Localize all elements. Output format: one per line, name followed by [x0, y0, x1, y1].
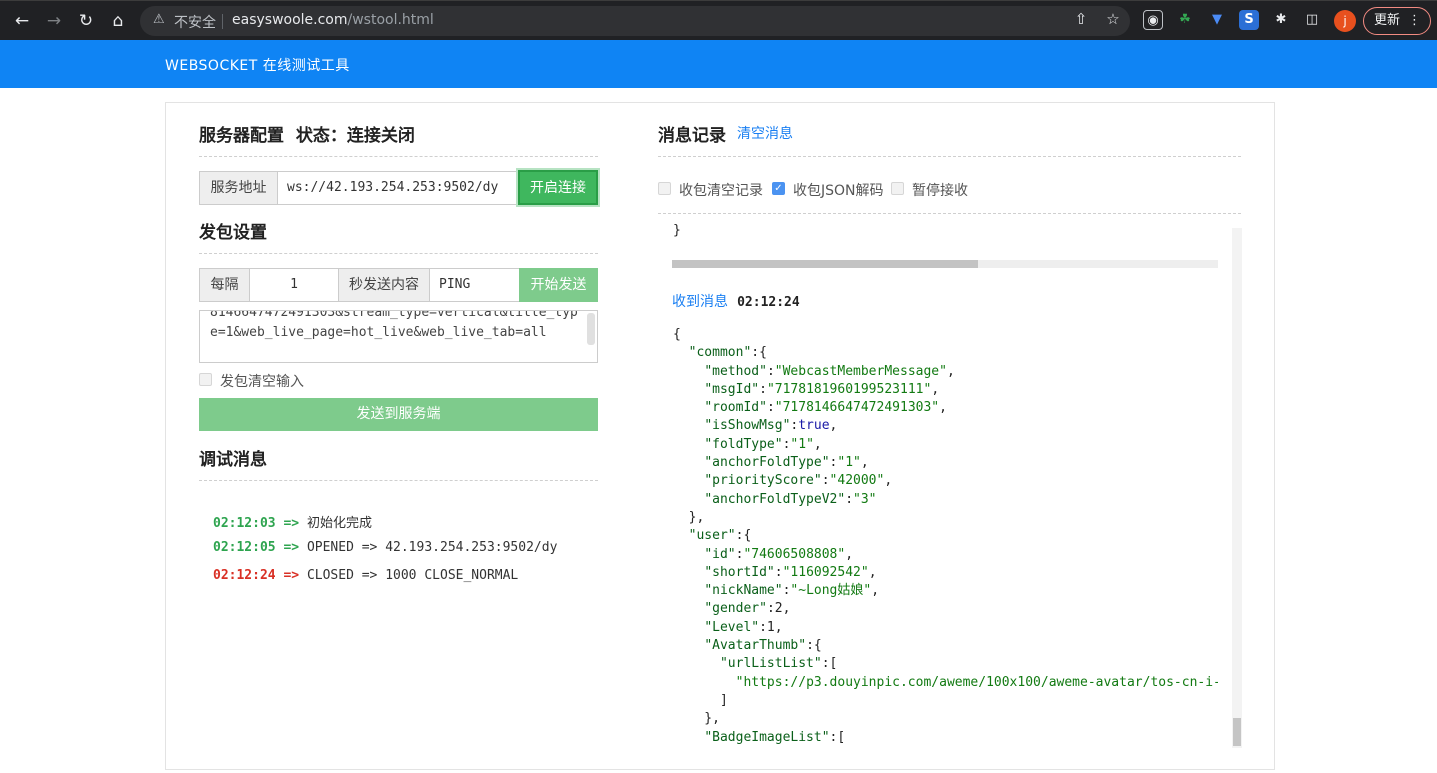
debug-text: OPENED => 42.193.254.253:9502/dy — [306, 540, 558, 555]
url-path: /wstool.html — [347, 12, 434, 28]
debug-time: 02:12:24 — [213, 568, 276, 583]
payload-textarea[interactable]: 8146647472491303&stream_type=vertical&ti… — [199, 310, 598, 363]
textarea-scrollbar[interactable] — [587, 313, 595, 345]
received-label: 收到消息 — [672, 294, 728, 310]
clear-input-label: 发包清空输入 — [220, 374, 304, 390]
share-icon[interactable]: ⇧ — [1070, 10, 1092, 28]
debug-arrow: => — [283, 568, 300, 583]
back-icon[interactable]: ← — [9, 8, 35, 34]
payload-text: 8146647472491303&stream_type=vertical&ti… — [210, 310, 578, 340]
json-content: { "common":{ "method":"WebcastMemberMess… — [673, 327, 1218, 745]
warning-icon: ⚠ — [153, 12, 165, 27]
ping-content-input[interactable]: PING — [430, 269, 519, 301]
interval-group: 每隔 1 秒发送内容 PING — [199, 268, 520, 302]
debug-arrow: => — [283, 540, 300, 555]
debug-arrow: => — [283, 516, 300, 531]
divider — [199, 156, 598, 157]
send-to-server-button[interactable]: 发送到服务端 — [199, 398, 598, 431]
debug-time: 02:12:05 — [213, 540, 276, 555]
received-message-header: 收到消息 02:12:24 — [672, 291, 800, 311]
incognito-extension-icon[interactable]: ◉ — [1143, 10, 1163, 30]
side-panel-icon[interactable]: ◫ — [1302, 10, 1322, 30]
site-header: WEBSOCKET 在线测试工具 — [0, 40, 1437, 88]
horizontal-scrollbar[interactable] — [672, 260, 1218, 268]
insecure-label: 不安全 — [174, 15, 216, 31]
previous-message-tail: } — [673, 223, 681, 238]
divider — [199, 480, 598, 481]
url-text: easyswoole.com/wstool.html — [232, 12, 434, 28]
debug-line: 02:12:03 => 初始化完成 — [213, 512, 372, 531]
debug-title: 调试消息 — [199, 450, 267, 470]
horizontal-scroll-thumb[interactable] — [672, 260, 978, 268]
send-settings-title: 发包设置 — [199, 223, 267, 243]
server-address-input[interactable]: ws://42.193.254.253:9502/dy — [278, 172, 518, 204]
start-sending-button[interactable]: 开始发送 — [519, 268, 598, 302]
forward-icon[interactable]: → — [41, 8, 67, 34]
frog-extension-icon[interactable]: ☘ — [1175, 10, 1195, 30]
server-config-title: 服务器配置 — [199, 126, 284, 146]
site-brand: WEBSOCKET 在线测试工具 — [165, 58, 350, 74]
connect-button[interactable]: 开启连接 — [518, 170, 598, 205]
recv-clear-label: 收包清空记录 — [679, 183, 763, 199]
debug-text: CLOSED => 1000 CLOSE_NORMAL — [306, 568, 519, 583]
received-time: 02:12:24 — [737, 295, 800, 310]
debug-time: 02:12:03 — [213, 516, 276, 531]
recv-clear-checkbox[interactable] — [658, 182, 671, 195]
reload-icon[interactable]: ↻ — [73, 8, 99, 34]
interval-prefix-label: 每隔 — [200, 269, 250, 301]
debug-line: 02:12:05 => OPENED => 42.193.254.253:950… — [213, 540, 557, 555]
clear-messages-link[interactable]: 清空消息 — [737, 123, 793, 143]
layers-extension-icon[interactable]: ▼ — [1207, 10, 1227, 30]
update-button[interactable]: 更新 ⋮ — [1363, 7, 1431, 35]
home-icon[interactable]: ⌂ — [105, 8, 131, 34]
message-log-title: 消息记录 — [658, 126, 726, 146]
vertical-scroll-thumb[interactable] — [1233, 718, 1241, 746]
connection-status: 状态：连接关闭 — [295, 126, 415, 146]
server-address-group: 服务地址 ws://42.193.254.253:9502/dy — [199, 171, 519, 205]
pause-receive-checkbox[interactable] — [891, 182, 904, 195]
omnibox-divider — [222, 14, 223, 29]
interval-input[interactable]: 1 — [250, 269, 339, 301]
debug-line: 02:12:24 => CLOSED => 1000 CLOSE_NORMAL — [213, 568, 518, 583]
divider — [199, 253, 598, 254]
bookmark-star-icon[interactable]: ☆ — [1102, 10, 1124, 28]
address-bar[interactable]: ⚠ 不安全 easyswoole.com/wstool.html ⇧ ☆ — [140, 6, 1130, 36]
divider — [658, 213, 1241, 214]
json-decode-label: 收包JSON解码 — [793, 183, 884, 199]
update-label: 更新 — [1374, 13, 1401, 28]
puzzle-extensions-icon[interactable]: ✱ — [1271, 10, 1291, 30]
server-address-label: 服务地址 — [200, 172, 278, 204]
profile-avatar[interactable]: j — [1334, 10, 1356, 32]
browser-toolbar: ← → ↻ ⌂ ⚠ 不安全 easyswoole.com/wstool.html… — [0, 0, 1437, 40]
server-config-heading: 服务器配置 状态：连接关闭 — [199, 121, 415, 146]
pause-receive-label: 暂停接收 — [912, 183, 968, 199]
s-extension-icon[interactable]: S — [1239, 10, 1259, 30]
more-menu-icon[interactable]: ⋮ — [1408, 8, 1421, 34]
json-decode-checkbox[interactable]: ✓ — [772, 182, 785, 195]
divider — [658, 156, 1241, 157]
clear-input-checkbox[interactable] — [199, 373, 212, 386]
vertical-scrollbar[interactable] — [1232, 228, 1242, 748]
debug-text: 初始化完成 — [306, 516, 372, 531]
url-host: easyswoole.com — [232, 12, 348, 28]
json-viewer: { "common":{ "method":"WebcastMemberMess… — [672, 326, 1218, 748]
interval-suffix-label: 秒发送内容 — [339, 269, 430, 301]
